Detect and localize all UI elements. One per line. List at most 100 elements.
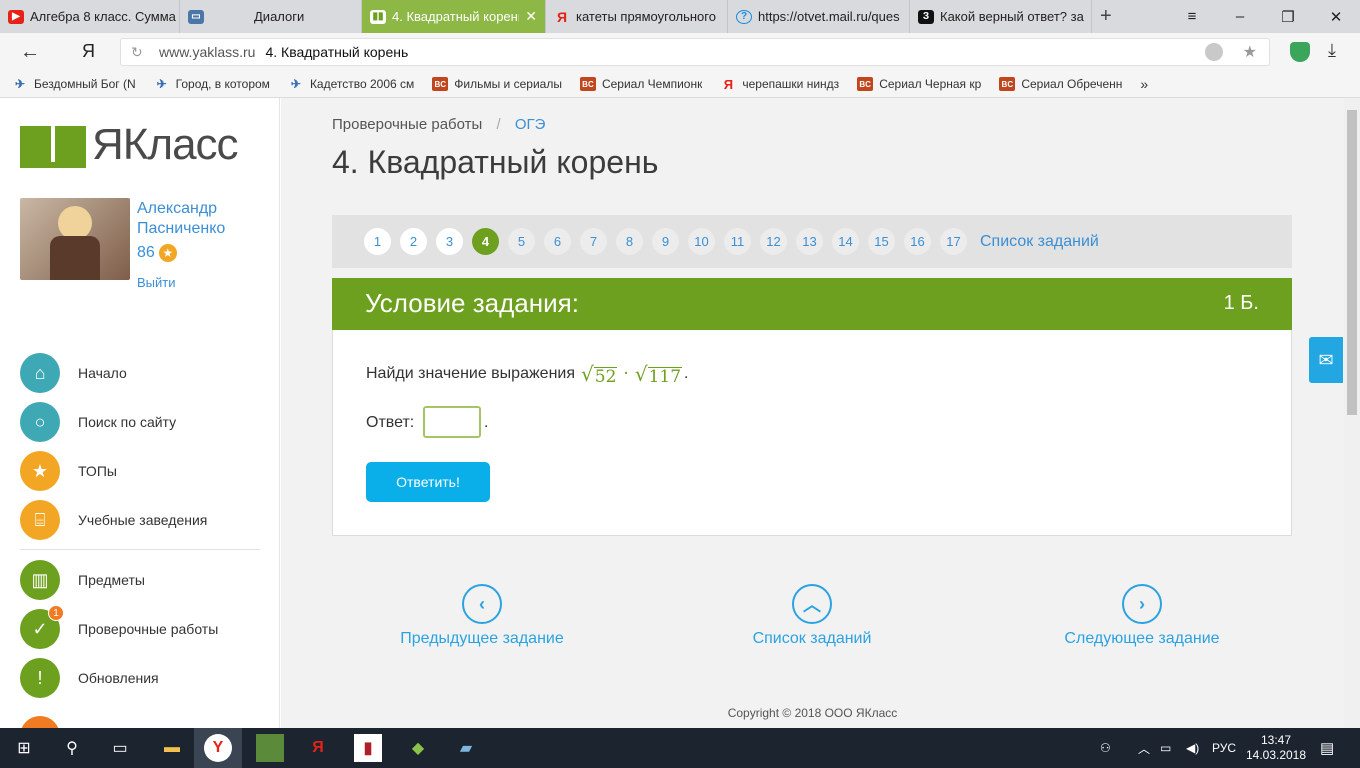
notepad-icon[interactable]: ▰ (452, 734, 480, 762)
nav-item-home[interactable]: ⌂ Начало (20, 353, 127, 393)
home-icon: ⌂ (20, 353, 60, 393)
clock[interactable]: 13:47 14.03.2018 (1246, 728, 1306, 768)
menu-icon[interactable]: ≡ (1168, 0, 1216, 33)
page-title: 4. Квадратный корень (332, 144, 659, 180)
browser-tab[interactable]: ? https://otvet.mail.ru/ques (728, 0, 910, 33)
yandex-browser-icon[interactable]: Y (204, 734, 232, 762)
network-icon[interactable]: ▭ (1160, 728, 1171, 768)
page-16-button[interactable]: 16 (904, 228, 931, 255)
bookmark-item[interactable]: ✈ Бездомный Бог (N (12, 77, 136, 91)
bluestacks-icon[interactable]: ◆ (404, 734, 432, 762)
task-list-link[interactable]: ︿ Список заданий (702, 584, 922, 648)
page-15-button[interactable]: 15 (868, 228, 895, 255)
mail-icon: ✉ (1318, 349, 1334, 370)
bookmarks-more-button[interactable]: » (1140, 76, 1148, 92)
page-4-button[interactable]: 4 (472, 228, 499, 255)
user-points: 86 ★ (137, 244, 177, 262)
page-14-button[interactable]: 14 (832, 228, 859, 255)
bird-icon: ✈ (156, 77, 167, 91)
institution-icon: ⌸ (20, 500, 60, 540)
minecraft-icon[interactable] (256, 734, 284, 762)
bookmark-item[interactable]: ✈ Город, в котором (154, 77, 270, 91)
page-6-button[interactable]: 6 (544, 228, 571, 255)
feedback-mail-button[interactable]: ✉ (1309, 337, 1343, 383)
yandex-icon[interactable]: Я (304, 734, 332, 762)
page-3-button[interactable]: 3 (436, 228, 463, 255)
back-button[interactable]: ← (20, 41, 40, 64)
protect-shield-icon[interactable] (1290, 42, 1310, 62)
page-13-button[interactable]: 13 (796, 228, 823, 255)
task-pager: 1 2 3 4 5 6 7 8 9 10 11 12 13 14 15 16 17 Список заданий (332, 215, 1292, 268)
protect-icon[interactable] (1205, 43, 1223, 61)
windows-start-icon[interactable]: ⊞ (10, 734, 38, 762)
breadcrumb-oge[interactable]: ОГЭ (515, 116, 546, 133)
browser-tab-active[interactable]: ▮▮ 4. Квадратный корень ✕ (362, 0, 546, 33)
bookmark-item[interactable]: Ячерепашки ниндз (720, 77, 840, 91)
previous-task-link[interactable]: ‹ Предыдущее задание (372, 584, 592, 648)
answer-label: Ответ: (366, 414, 415, 431)
avatar[interactable] (20, 198, 130, 280)
page-17-button[interactable]: 17 (940, 228, 967, 255)
reload-icon[interactable]: ↻ (131, 44, 143, 61)
answer-input[interactable] (423, 406, 481, 438)
keyboard-lang[interactable]: РУС (1212, 728, 1236, 768)
nav-item-institutions[interactable]: ⌸ Учебные заведения (20, 500, 207, 540)
nav-item-updates[interactable]: ! Обновления (20, 658, 159, 698)
yaklass-icon: ▮▮ (370, 9, 386, 24)
nav-item-subjects[interactable]: ▥ Предметы (20, 560, 145, 600)
yandex-logo-icon[interactable]: Я (82, 41, 95, 62)
bookmark-item[interactable]: ✈ Кадетство 2006 см (288, 77, 414, 91)
nav-item-search[interactable]: ○ Поиск по сайту (20, 402, 176, 442)
url-field[interactable]: ↻ www.yaklass.ru 4. Квадратный корень ★ (120, 38, 1270, 66)
bookmarks-bar: ✈ Бездомный Бог (N ✈ Город, в котором ✈ Кад… (0, 71, 1360, 98)
nav-item-partial[interactable] (20, 716, 60, 728)
close-tab-icon[interactable]: ✕ (519, 8, 537, 25)
chart-app-icon[interactable]: ▮ (354, 734, 382, 762)
page-12-button[interactable]: 12 (760, 228, 787, 255)
logout-link[interactable]: Выйти (137, 275, 176, 290)
page-7-button[interactable]: 7 (580, 228, 607, 255)
nav-item-tops[interactable]: ★ ТОПы (20, 451, 117, 491)
page-10-button[interactable]: 10 (688, 228, 715, 255)
browser-tab[interactable]: ▭ Диалоги (180, 0, 362, 33)
download-icon[interactable]: ⤓ (1328, 40, 1336, 61)
sidebar: ЯКласс Александр Пасниченко 86 ★ Выйти ⌂… (0, 98, 280, 728)
page-2-button[interactable]: 2 (400, 228, 427, 255)
yandex-icon: Я (556, 8, 568, 25)
new-tab-button[interactable]: + (1092, 0, 1122, 33)
notification-center-icon[interactable]: ▤ (1320, 728, 1334, 768)
task-view-icon[interactable]: ▭ (106, 734, 134, 762)
nav-item-tests[interactable]: ✓ 1 Проверочные работы (20, 605, 218, 649)
scrollbar-thumb[interactable] (1347, 110, 1357, 415)
task-body: Найди значение выражения √ 52 · √ 117 . От… (332, 330, 1292, 536)
browser-tab[interactable]: ▶ Алгебра 8 класс. Сумма (0, 0, 180, 33)
breadcrumb-tests[interactable]: Проверочные работы (332, 116, 482, 133)
yaklass-logo[interactable]: ЯКласс (20, 120, 239, 170)
bookmark-item[interactable]: BC Сериал Черная кр (857, 77, 981, 91)
search-icon[interactable]: ⚲ (58, 734, 86, 762)
task-list-pager-link[interactable]: Список заданий (980, 233, 1099, 251)
browser-tab[interactable]: Я катеты прямоугольного (546, 0, 728, 33)
people-icon[interactable]: ⚇ (1100, 728, 1111, 768)
next-task-link[interactable]: › Следующее задание (1032, 584, 1252, 648)
volume-icon[interactable]: ◀) (1186, 728, 1199, 768)
minimize-button[interactable]: – (1216, 0, 1264, 33)
scrollbar[interactable] (1344, 98, 1360, 728)
browser-tab[interactable]: З Какой верный ответ? за (910, 0, 1092, 33)
page-8-button[interactable]: 8 (616, 228, 643, 255)
close-window-button[interactable]: ✕ (1312, 0, 1360, 33)
bookmark-star-icon[interactable]: ★ (1243, 42, 1257, 62)
submit-answer-button[interactable]: Ответить! (366, 462, 490, 502)
restore-button[interactable]: ❐ (1264, 0, 1312, 33)
page-9-button[interactable]: 9 (652, 228, 679, 255)
user-name[interactable]: Александр Пасниченко (137, 199, 267, 239)
bookmark-item[interactable]: BC Сериал Чемпионк (579, 77, 702, 91)
sqrt-icon: √ 52 (581, 362, 618, 387)
tray-arrow-icon[interactable]: ︿ (1138, 728, 1150, 768)
bookmark-item[interactable]: BC Сериал Обреченн (999, 77, 1122, 91)
bookmark-item[interactable]: BC Фильмы и сериалы (432, 77, 562, 91)
page-11-button[interactable]: 11 (724, 228, 751, 255)
file-explorer-icon[interactable]: ▬ (158, 734, 186, 762)
page-1-button[interactable]: 1 (364, 228, 391, 255)
page-5-button[interactable]: 5 (508, 228, 535, 255)
